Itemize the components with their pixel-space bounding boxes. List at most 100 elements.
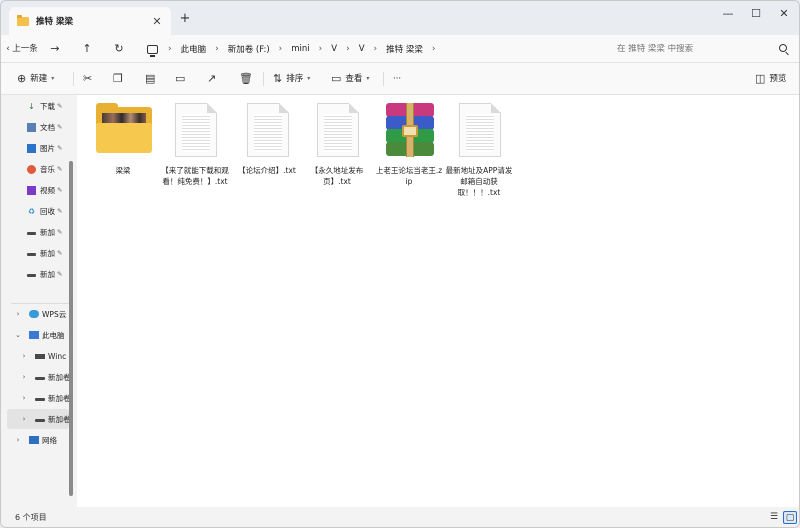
text-file-thumbnail — [166, 103, 224, 159]
details-view-button[interactable]: ☰ — [767, 511, 781, 524]
sort-label: 排序 — [286, 74, 304, 84]
file-item-txt[interactable]: 【永久地址发布页】.txt — [303, 103, 371, 187]
plus-circle-icon: ⊕ — [17, 72, 27, 85]
sidebar-item-wps-cloud[interactable]: › WPS云 — [13, 307, 67, 321]
sidebar-item-drive[interactable]: 新加 ✎ — [27, 246, 62, 260]
text-file-icon — [175, 103, 217, 157]
sidebar-item-drive[interactable]: 新加 ✎ — [27, 267, 62, 281]
breadcrumb-item[interactable]: V — [331, 44, 337, 54]
view-button[interactable]: ▭ 查看 ▾ — [331, 71, 369, 87]
sidebar-item-drive[interactable]: › 新加卷 — [19, 391, 71, 405]
windows-drive-icon — [35, 353, 45, 359]
sidebar-item-videos[interactable]: 视频 ✎ — [27, 183, 62, 197]
tab-title: 推特 梁梁 — [36, 17, 73, 27]
search-box — [607, 38, 797, 60]
forward-button[interactable]: → — [47, 41, 63, 57]
file-name: 最新地址及APP请发邮箱自动获取！！！.txt — [445, 166, 513, 197]
sidebar-item-this-pc[interactable]: ⌄ 此电脑 — [13, 328, 64, 342]
address-bar[interactable]: › 此电脑 › 新加卷 (F:) › mini › V › V › 推特 梁梁 … — [139, 38, 601, 60]
preview-pane-button[interactable]: ◫ 预览 — [755, 71, 786, 87]
tab-active-folder[interactable]: 推特 梁梁 ✕ — [9, 7, 171, 35]
sidebar-item-drive[interactable]: › 新加卷 — [19, 370, 71, 384]
breadcrumb-item[interactable]: V — [359, 44, 365, 54]
more-options-button[interactable]: ··· — [393, 71, 401, 87]
text-file-icon — [459, 103, 501, 157]
search-input[interactable] — [617, 44, 777, 54]
divider — [263, 72, 264, 86]
chevron-down-icon[interactable]: ⌄ — [13, 331, 23, 339]
rename-button[interactable]: ▭ — [175, 71, 189, 87]
file-item-folder[interactable]: 梁梁 — [89, 103, 157, 176]
breadcrumb-item[interactable]: 此电脑 — [181, 43, 207, 55]
sidebar-scrollbar[interactable] — [69, 161, 73, 496]
drive-icon — [27, 273, 36, 277]
maximize-button[interactable]: ☐ — [741, 5, 771, 23]
paste-button[interactable]: ▤ — [145, 71, 159, 87]
chevron-right-icon[interactable]: › — [19, 352, 29, 360]
delete-button[interactable]: 🗑 — [239, 71, 257, 87]
file-item-txt[interactable]: 最新地址及APP请发邮箱自动获取！！！.txt — [445, 103, 513, 198]
sidebar-item-documents[interactable]: 文档 ✎ — [27, 120, 62, 134]
pin-icon: ✎ — [57, 123, 63, 131]
drive-icon — [35, 418, 45, 422]
copy-icon: ❐ — [113, 72, 123, 85]
drive-icon — [35, 376, 45, 380]
folder-icon — [96, 103, 152, 153]
file-item-txt[interactable]: 【论坛介绍】.txt — [233, 103, 301, 176]
document-icon — [27, 122, 36, 132]
minimize-button[interactable]: — — [713, 5, 743, 23]
pin-icon: ✎ — [57, 270, 63, 278]
pin-icon: ✎ — [57, 186, 63, 194]
chevron-right-icon[interactable]: › — [19, 373, 29, 381]
cut-button[interactable]: ✂ — [83, 71, 96, 87]
refresh-button[interactable]: ↻ — [111, 41, 127, 57]
sidebar-item-pictures[interactable]: 图片 ✎ — [27, 141, 62, 155]
download-icon: ↓ — [28, 101, 35, 111]
copy-button[interactable]: ❐ — [113, 71, 127, 87]
chevron-right-icon[interactable]: › — [13, 436, 23, 444]
sidebar-item-label: 新加 — [40, 227, 55, 237]
up-button[interactable]: ↑ — [79, 41, 95, 57]
sidebar-item-windows-drive[interactable]: › Winc — [19, 349, 67, 363]
share-icon: ↗ — [207, 72, 217, 85]
sidebar-item-network[interactable]: › 网络 — [13, 433, 57, 447]
sidebar-item-label: 回收 — [40, 206, 55, 216]
back-button[interactable]: ‹ 上一条 — [5, 41, 39, 57]
new-tab-button[interactable]: + — [177, 11, 193, 27]
file-item-txt[interactable]: 【来了就能下载和观看！纯免费！】.txt — [161, 103, 229, 187]
drive-icon — [27, 252, 36, 256]
text-file-thumbnail — [238, 103, 296, 159]
breadcrumb-item[interactable]: 新加卷 (F:) — [228, 43, 270, 55]
breadcrumb-item[interactable]: mini — [291, 44, 309, 54]
text-file-icon — [247, 103, 289, 157]
chevron-right-icon[interactable]: › — [19, 415, 29, 423]
breadcrumb-separator: › — [278, 44, 283, 54]
sidebar-item-downloads[interactable]: ↓ 下载 ✎ — [27, 99, 62, 113]
sidebar-item-label: 视频 — [40, 185, 55, 195]
chevron-right-icon[interactable]: › — [19, 394, 29, 402]
new-button[interactable]: ⊕ 新建 ▾ — [17, 71, 54, 87]
sort-button[interactable]: ⇅ 排序 ▾ — [273, 71, 310, 87]
sidebar-item-recycle[interactable]: ♻ 回收 ✎ — [27, 204, 63, 218]
share-button[interactable]: ↗ — [207, 71, 220, 87]
sidebar-item-drive-selected[interactable]: › 新加卷 — [19, 412, 71, 426]
sidebar-item-drive[interactable]: 新加 ✎ — [27, 225, 62, 239]
close-window-button[interactable]: ✕ — [769, 5, 799, 23]
text-file-thumbnail — [308, 103, 366, 159]
pin-icon: ✎ — [57, 102, 63, 110]
breadcrumb-item-current[interactable]: 推特 梁梁 — [386, 43, 423, 55]
status-bar: 6 个项目 ☰ ▢ — [1, 507, 799, 527]
list-view-icon: ☰ — [769, 512, 779, 522]
pin-icon: ✎ — [57, 249, 63, 257]
navigation-bar: ‹ 上一条 → ↑ ↻ › 此电脑 › 新加卷 (F:) › mini › V … — [1, 35, 799, 63]
tab-close-button[interactable]: ✕ — [149, 15, 165, 28]
chevron-left-icon: ‹ — [6, 44, 10, 54]
file-item-zip[interactable]: 上老王论坛当老王.zip — [375, 103, 443, 187]
breadcrumb-separator: › — [168, 44, 172, 54]
tiles-view-icon: ▢ — [785, 513, 795, 523]
sidebar-item-music[interactable]: 音乐 ✎ — [27, 162, 62, 176]
search-icon[interactable] — [779, 44, 787, 52]
chevron-right-icon[interactable]: › — [13, 310, 23, 318]
sidebar-item-label: 新加 — [40, 248, 55, 258]
large-icons-view-button[interactable]: ▢ — [783, 511, 797, 524]
